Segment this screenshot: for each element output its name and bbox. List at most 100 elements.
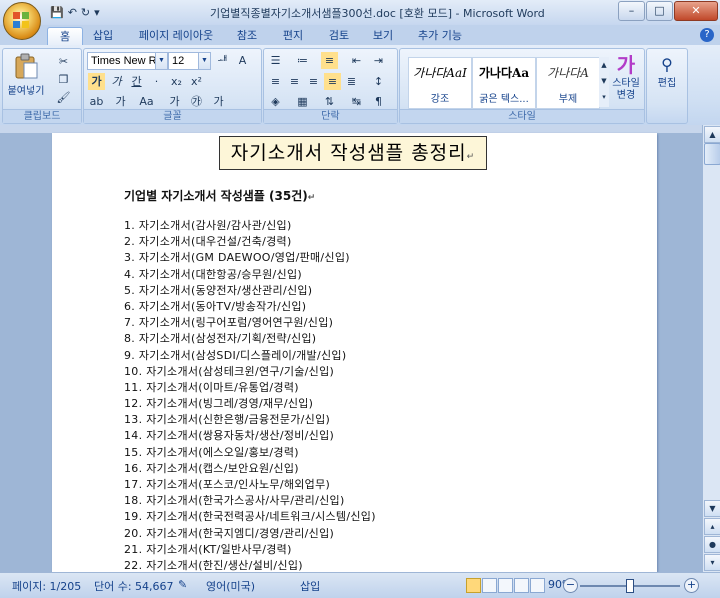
page-count[interactable]: 페이지: 1/205	[12, 578, 81, 594]
style-name: 굵은 텍스...	[479, 94, 529, 105]
language-status[interactable]: 영어(미국)	[206, 578, 255, 594]
font-size-combo[interactable]: 12 ▼	[168, 52, 211, 70]
undo-icon[interactable]: ↶	[68, 6, 77, 19]
word-count[interactable]: 단어 수: 54,667	[94, 578, 174, 594]
office-button[interactable]	[3, 2, 41, 40]
style-strong[interactable]: 가나다Aa 굵은 텍스...	[472, 57, 536, 109]
show-marks-icon[interactable]: ¶	[370, 93, 387, 110]
sort-icon[interactable]: ⇅	[321, 93, 338, 110]
format-painter-icon[interactable]: 🖌	[55, 89, 72, 106]
style-sample: 가나다Aa	[478, 66, 530, 80]
proofing-icon[interactable]: ✎	[178, 578, 187, 591]
list-item: 14. 자기소개서(쌍용자동차/생산/정비/신입)	[124, 429, 335, 443]
style-emphasis[interactable]: 가나다AaI 강조	[408, 57, 472, 109]
align-right-icon[interactable]: ≡	[305, 73, 322, 90]
enclose-char-button[interactable]: ㉮	[188, 93, 205, 110]
tab-page-layout[interactable]: 페이지 레이아웃	[130, 27, 222, 45]
tab-add-ins[interactable]: 추가 기능	[410, 27, 470, 45]
help-icon[interactable]: ?	[700, 28, 714, 42]
insert-mode-status[interactable]: 삽입	[300, 578, 320, 594]
clear-format-icon[interactable]: A	[234, 52, 251, 69]
document-page[interactable]: 자기소개서 작성샘플 총정리↵ 기업별 자기소개서 작성샘플 (35건)↵ 1.…	[52, 133, 657, 572]
superscript-button[interactable]: x²	[188, 73, 205, 90]
paste-button[interactable]: 붙여넣기	[7, 52, 45, 99]
borders-icon[interactable]: ▦	[294, 93, 311, 110]
list-item: 1. 자기소개서(감사원/감사관/신입)	[124, 219, 292, 232]
grow-font-icon[interactable]: ᅫ	[214, 52, 231, 69]
clipboard-group: 붙여넣기 ✂ ❐ 🖌 클립보드	[2, 48, 82, 124]
tab-review[interactable]: 검토	[322, 27, 356, 45]
paragraph-mark-icon: ↵	[307, 193, 316, 203]
subscript-button[interactable]: x₂	[168, 73, 185, 90]
align-center-icon[interactable]: ≡	[286, 73, 303, 90]
chevron-down-icon[interactable]: ▼	[155, 53, 167, 69]
browse-object-icon[interactable]: ●	[704, 536, 720, 553]
web-layout-view-icon[interactable]	[498, 578, 513, 593]
style-name: 부제	[558, 94, 578, 105]
char-shading-button[interactable]: 가	[166, 93, 183, 110]
minimize-button[interactable]: –	[618, 1, 645, 21]
font-name-combo[interactable]: Times New Ro ▼	[87, 52, 168, 70]
tab-references[interactable]: 참조	[230, 27, 264, 45]
document-heading: 기업별 자기소개서 작성샘플 (35건)↵	[124, 187, 315, 204]
previous-page-icon[interactable]: ▴	[704, 518, 720, 535]
change-styles-button[interactable]: 가 스타일 변경	[608, 52, 644, 102]
qat-more-icon[interactable]: ▾	[94, 6, 100, 19]
phonetic-guide-button[interactable]: 가	[210, 93, 227, 110]
distributed-icon[interactable]: ≣	[343, 73, 360, 90]
list-item: 21. 자기소개서(KT/일반사무/경력)	[124, 542, 292, 556]
strikethrough-button[interactable]: ·	[148, 73, 165, 90]
redo-icon[interactable]: ↻	[81, 6, 90, 19]
styles-group: 가나다AaI 강조 가나다Aa 굵은 텍스... 가나다A 부제 ▲ ▼ ▾ 가 스…	[399, 48, 645, 124]
cut-icon[interactable]: ✂	[55, 53, 72, 70]
chevron-down-icon[interactable]: ▼	[198, 53, 210, 69]
zoom-out-icon[interactable]: −	[563, 578, 578, 593]
clipboard-group-label: 클립보드	[3, 109, 81, 123]
zoom-slider-thumb[interactable]	[626, 579, 634, 593]
maximize-button[interactable]: □	[646, 1, 673, 21]
underline-button[interactable]: 간	[128, 73, 145, 90]
style-sample: 가나다A	[547, 66, 589, 80]
tab-view[interactable]: 보기	[366, 27, 400, 45]
multilevel-list-icon[interactable]: ≡	[321, 52, 338, 69]
align-left-icon[interactable]: ≡	[267, 73, 284, 90]
font-size-value: 12	[172, 55, 185, 67]
justify-icon[interactable]: ≡	[324, 73, 341, 90]
style-subtitle[interactable]: 가나다A 부제	[536, 57, 600, 109]
tab-home[interactable]: 홈	[47, 27, 83, 46]
zoom-in-icon[interactable]: +	[684, 578, 699, 593]
decrease-indent-icon[interactable]: ⇤	[348, 52, 365, 69]
close-button[interactable]: ✕	[674, 1, 718, 21]
text-direction-icon[interactable]: ↹	[348, 93, 365, 110]
change-case-button[interactable]: Aa	[138, 93, 155, 110]
list-item: 22. 자기소개서(한진/생산/설비/신입)	[124, 558, 303, 572]
outline-view-icon[interactable]	[514, 578, 529, 593]
next-page-icon[interactable]: ▾	[704, 554, 720, 571]
tab-insert[interactable]: 삽입	[86, 27, 120, 45]
list-item: 13. 자기소개서(신한은행/금융전문가/신입)	[124, 413, 331, 427]
copy-icon[interactable]: ❐	[55, 71, 72, 88]
save-icon[interactable]: 💾	[50, 6, 64, 19]
bold-button[interactable]: 가	[88, 73, 105, 90]
tab-mailings[interactable]: 편지	[276, 27, 310, 45]
line-spacing-icon[interactable]: ↕	[370, 73, 387, 90]
numbering-icon[interactable]: ≔	[294, 52, 311, 69]
full-screen-reading-view-icon[interactable]	[482, 578, 497, 593]
sample-list: 1. 자기소개서(감사원/감사관/신입) 2. 자기소개서(대우건설/건축/경력…	[124, 218, 376, 572]
scroll-thumb[interactable]	[704, 143, 720, 165]
scroll-up-icon[interactable]: ▲	[704, 126, 720, 143]
bullets-icon[interactable]: ☰	[267, 52, 284, 69]
editing-label: 편집	[657, 78, 677, 89]
vertical-scrollbar[interactable]: ▲ ▼ ▴ ● ▾	[702, 125, 720, 572]
list-item: 6. 자기소개서(동아TV/방송작가/신입)	[124, 299, 307, 313]
list-item: 8. 자기소개서(삼성전자/기획/전략/신입)	[124, 332, 317, 346]
print-layout-view-icon[interactable]	[466, 578, 481, 593]
italic-button[interactable]: 가	[108, 73, 125, 90]
shading-icon[interactable]: ◈	[267, 93, 284, 110]
increase-indent-icon[interactable]: ⇥	[370, 52, 387, 69]
list-item: 7. 자기소개서(링구어포럼/영어연구원/신입)	[124, 316, 334, 330]
draft-view-icon[interactable]	[530, 578, 545, 593]
scroll-down-icon[interactable]: ▼	[704, 500, 720, 517]
ribbon-tabs: 홈 삽입 페이지 레이아웃 참조 편지 검토 보기 추가 기능	[0, 25, 720, 46]
editing-button[interactable]: ⚲ 편집	[649, 53, 685, 91]
